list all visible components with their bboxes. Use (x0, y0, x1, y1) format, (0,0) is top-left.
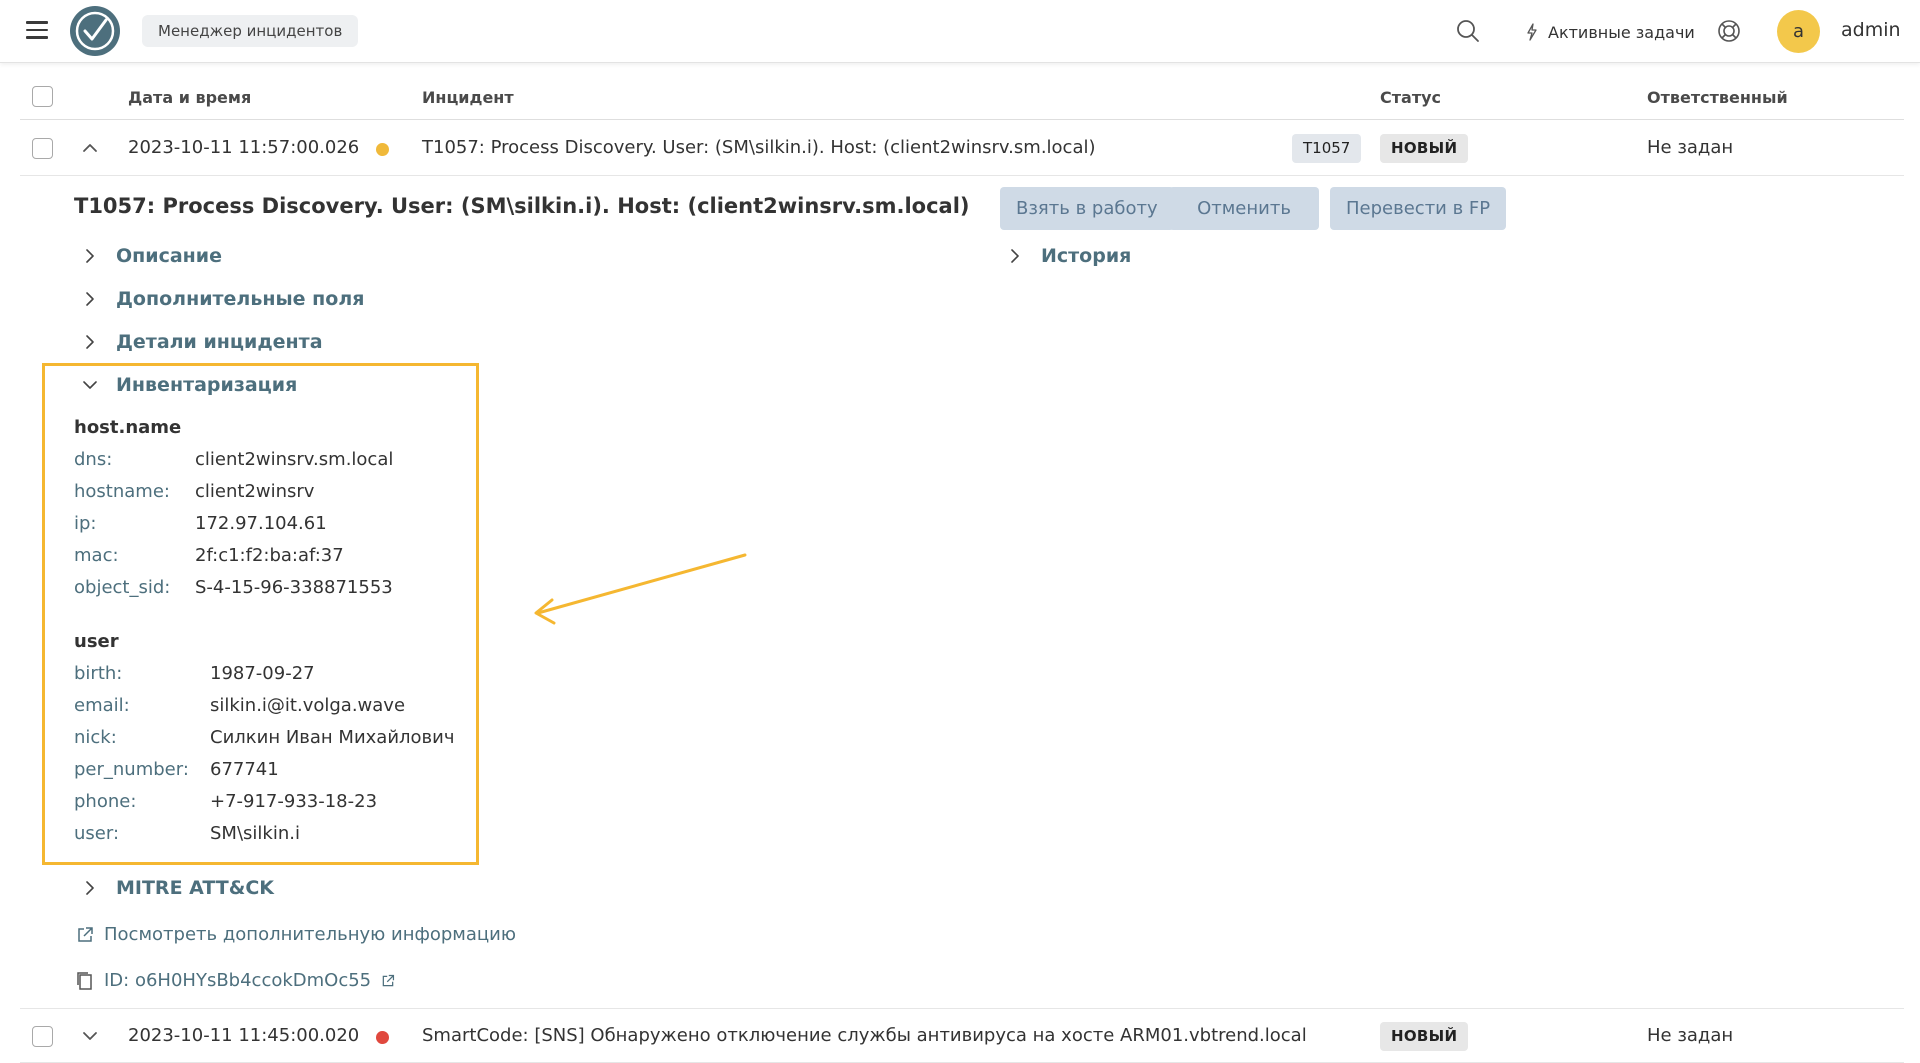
row-checkbox[interactable] (32, 1026, 53, 1047)
select-all-checkbox[interactable] (32, 86, 53, 107)
row-incident[interactable]: SmartCode: [SNS] Обнаружено отключение с… (422, 1025, 1307, 1046)
row-assignee: Не задан (1647, 137, 1734, 158)
status-badge: НОВЫЙ (1380, 1022, 1469, 1051)
help-lifebuoy-icon[interactable] (1717, 19, 1741, 43)
field-key: birth: (74, 663, 123, 684)
incident-detail-title: T1057: Process Discovery. User: (SM\silk… (74, 194, 970, 218)
chevron-right-icon (86, 881, 94, 895)
more-info-label: Посмотреть дополнительную информацию (104, 924, 517, 945)
row-checkbox[interactable] (32, 138, 53, 159)
active-tasks-button[interactable]: Активные задачи (1526, 20, 1695, 44)
row-incident[interactable]: T1057: Process Discovery. User: (SM\silk… (422, 137, 1096, 158)
column-datetime[interactable]: Дата и время (128, 88, 251, 107)
chevron-right-icon (86, 249, 94, 263)
field-key: per_number: (74, 759, 189, 780)
field-key: email: (74, 695, 130, 716)
field-value: S-4-15-96-338871553 (195, 577, 393, 598)
field-key: ip: (74, 513, 97, 534)
username[interactable]: admin (1841, 19, 1901, 41)
field-value: client2winsrv.sm.local (195, 449, 394, 470)
field-value: Силкин Иван Михайлович (210, 727, 455, 748)
section-extra-fields[interactable]: Дополнительные поля (82, 285, 364, 313)
menu-icon[interactable] (26, 21, 48, 39)
section-incident-details-label: Детали инцидента (116, 331, 323, 353)
section-description-label: Описание (116, 245, 223, 267)
move-to-fp-button[interactable]: Перевести в FP (1330, 187, 1507, 230)
technique-tag: T1057 (1292, 134, 1362, 163)
section-history[interactable]: История (1007, 242, 1131, 270)
more-info-link[interactable]: Посмотреть дополнительную информацию (76, 924, 516, 945)
logo-icon[interactable] (70, 6, 120, 56)
external-link-icon (78, 926, 93, 942)
take-in-work-button[interactable]: Взять в работу (1000, 187, 1174, 230)
field-value: client2winsrv (195, 481, 315, 502)
chevron-down-icon[interactable] (80, 1026, 100, 1046)
table-row[interactable]: 2023-10-11 11:45:00.020 SmartCode: [SNS]… (20, 1008, 1904, 1063)
avatar[interactable]: a (1777, 10, 1820, 53)
section-inventory[interactable]: Инвентаризация (82, 371, 297, 399)
section-history-label: История (1041, 245, 1132, 267)
field-value: +7-917-933-18-23 (210, 791, 378, 812)
top-bar: Менеджер инцидентов Активные задачи a ad… (0, 0, 1920, 63)
section-mitre[interactable]: MITRE ATT&CK (82, 874, 274, 902)
column-assignee[interactable]: Ответственный (1647, 88, 1788, 107)
field-key: user: (74, 823, 120, 844)
field-key: phone: (74, 791, 137, 812)
severity-dot (376, 1031, 389, 1044)
inventory-group-user: user (74, 631, 119, 652)
row-assignee: Не задан (1647, 1025, 1734, 1046)
field-value: 172.97.104.61 (195, 513, 327, 534)
inventory-highlight-frame (42, 363, 479, 865)
inventory-group-host: host.name (74, 417, 182, 438)
field-key: nick: (74, 727, 117, 748)
table-row[interactable]: 2023-10-11 11:57:00.026 T1057: Process D… (20, 121, 1904, 176)
section-mitre-label: MITRE ATT&CK (116, 877, 274, 899)
row-datetime: 2023-10-11 11:57:00.026 (128, 137, 360, 158)
section-incident-details[interactable]: Детали инцидента (82, 328, 323, 356)
field-key: object_sid: (74, 577, 171, 598)
field-value: silkin.i@it.volga.wave (210, 695, 406, 716)
table-header: Дата и время Инцидент Статус Ответственн… (20, 78, 1904, 120)
field-key: mac: (74, 545, 119, 566)
section-inventory-label: Инвентаризация (116, 374, 298, 396)
field-key: hostname: (74, 481, 170, 502)
column-status[interactable]: Статус (1380, 88, 1441, 107)
lightning-icon (1527, 23, 1537, 41)
copy-icon[interactable] (76, 971, 94, 991)
section-description[interactable]: Описание (82, 242, 222, 270)
active-tasks-label: Активные задачи (1548, 22, 1695, 42)
field-value: 1987-09-27 (210, 663, 315, 684)
row-datetime: 2023-10-11 11:45:00.020 (128, 1025, 360, 1046)
field-value: 2f:c1:f2:ba:af:37 (195, 545, 344, 566)
chevron-right-icon (1011, 249, 1019, 263)
cancel-button[interactable]: Отменить (1169, 187, 1319, 230)
external-link-icon[interactable] (381, 974, 395, 988)
search-icon[interactable] (1456, 19, 1480, 43)
field-key: dns: (74, 449, 113, 470)
chevron-down-icon (83, 381, 97, 389)
app-title[interactable]: Менеджер инцидентов (142, 15, 359, 47)
severity-dot (376, 143, 389, 156)
chevron-right-icon (86, 335, 94, 349)
field-value: SM\silkin.i (210, 823, 300, 844)
annotation-arrow-icon (534, 553, 747, 625)
field-value: 677741 (210, 759, 279, 780)
chevron-up-icon[interactable] (80, 138, 100, 158)
incident-id: ID: o6H0HYsBb4ccokDmOc55 (76, 970, 395, 991)
section-extra-fields-label: Дополнительные поля (116, 288, 365, 310)
chevron-right-icon (86, 292, 94, 306)
incident-id-text: ID: o6H0HYsBb4ccokDmOc55 (104, 970, 372, 991)
column-incident[interactable]: Инцидент (422, 88, 514, 107)
status-badge: НОВЫЙ (1380, 134, 1469, 163)
